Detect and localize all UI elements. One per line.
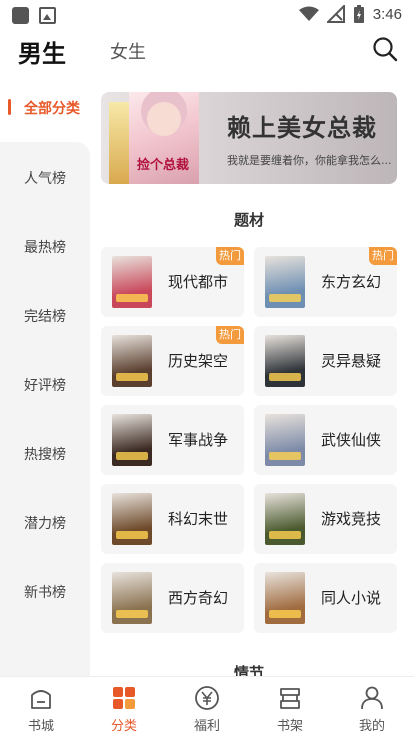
sidebar-item-top-rated[interactable]: 好评榜	[0, 375, 90, 395]
book-cover-thumbnail	[265, 572, 305, 624]
banner-book-title: 捡个总裁	[137, 158, 190, 173]
banner-subtitle: 我就是要缠着你，你能拿我怎么...	[227, 154, 392, 167]
home-icon	[31, 690, 51, 709]
category-label: 历史架空	[168, 352, 229, 370]
book-cover-thumbnail	[112, 572, 152, 624]
category-card[interactable]: 武侠仙侠	[254, 405, 397, 475]
category-card[interactable]: 西方奇幻	[101, 563, 244, 633]
nav-label: 福利	[193, 719, 220, 734]
category-card[interactable]: 同人小说	[254, 563, 397, 633]
category-label: 科幻末世	[168, 510, 229, 528]
tab-female[interactable]: 女生	[110, 38, 146, 64]
category-icon	[113, 687, 135, 709]
category-label: 现代都市	[168, 273, 229, 291]
sidebar-item-hottest[interactable]: 最热榜	[0, 237, 90, 257]
category-card[interactable]: 科幻末世	[101, 484, 244, 554]
category-card[interactable]: 历史架空 热门	[101, 326, 244, 396]
sidebar-item-popular[interactable]: 人气榜	[0, 168, 90, 188]
banner-side-book-cover	[109, 102, 131, 184]
battery-charging-icon	[353, 5, 364, 23]
category-card[interactable]: 东方玄幻 热门	[254, 247, 397, 317]
category-label: 东方玄幻	[321, 273, 382, 291]
book-cover-thumbnail	[112, 493, 152, 545]
nav-label: 书城	[27, 719, 54, 734]
nav-bookstore[interactable]: 书城	[11, 677, 71, 736]
book-cover-thumbnail	[265, 414, 305, 466]
category-card[interactable]: 游戏竞技	[254, 484, 397, 554]
bottom-nav: 书城 分类 福利 书架 我的	[0, 676, 414, 736]
status-time: 3:46	[372, 5, 402, 23]
cover-illustration	[147, 102, 181, 136]
profile-icon	[361, 686, 383, 710]
category-card[interactable]: 军事战争	[101, 405, 244, 475]
search-icon[interactable]	[372, 36, 398, 62]
active-indicator	[8, 99, 11, 115]
sidebar-item-potential[interactable]: 潜力榜	[0, 513, 90, 533]
nav-category[interactable]: 分类	[94, 677, 154, 736]
no-signal-icon	[326, 5, 345, 23]
category-label: 武侠仙侠	[321, 431, 382, 449]
category-card[interactable]: 现代都市 热门	[101, 247, 244, 317]
bookshelf-icon	[280, 688, 300, 709]
promo-banner[interactable]: 捡个总裁 赖上美女总裁 我就是要缠着你，你能拿我怎么...	[101, 92, 397, 184]
hot-badge: 热门	[216, 326, 244, 344]
nav-rewards[interactable]: 福利	[177, 677, 237, 736]
sidebar-item-all[interactable]: 全部分类	[0, 82, 90, 142]
header: 男生 女生	[0, 30, 414, 74]
category-label: 军事战争	[168, 431, 229, 449]
nav-label: 分类	[110, 719, 137, 734]
category-label: 西方奇幻	[168, 589, 229, 607]
nav-label: 书架	[276, 719, 303, 734]
book-cover-thumbnail	[112, 414, 152, 466]
sidebar-item-new-books[interactable]: 新书榜	[0, 582, 90, 602]
tab-male[interactable]: 男生	[18, 34, 66, 69]
sidebar-item-trending-search[interactable]: 热搜榜	[0, 444, 90, 464]
banner-title: 赖上美女总裁	[227, 113, 377, 142]
image-notification-icon	[39, 6, 56, 24]
book-cover-thumbnail	[265, 493, 305, 545]
category-sidebar: 全部分类 人气榜 最热榜 完结榜 好评榜 热搜榜 潜力榜 新书榜	[0, 82, 90, 676]
banner-book-cover: 捡个总裁	[129, 92, 199, 184]
wifi-icon	[298, 6, 319, 21]
book-cover-thumbnail	[112, 256, 152, 308]
category-card[interactable]: 灵异悬疑	[254, 326, 397, 396]
book-cover-thumbnail	[265, 256, 305, 308]
nav-bookshelf[interactable]: 书架	[260, 677, 320, 736]
yen-coin-icon	[195, 686, 219, 710]
category-label: 灵异悬疑	[321, 352, 382, 370]
sidebar-list: 人气榜 最热榜 完结榜 好评榜 热搜榜 潜力榜 新书榜	[0, 142, 90, 676]
nav-profile[interactable]: 我的	[342, 677, 402, 736]
sidebar-item-completed[interactable]: 完结榜	[0, 306, 90, 326]
nav-label: 我的	[358, 719, 385, 734]
section-heading-topic: 题材	[233, 211, 264, 229]
hot-badge: 热门	[216, 247, 244, 265]
category-label: 游戏竞技	[321, 510, 382, 528]
book-cover-thumbnail	[112, 335, 152, 387]
notification-app-icon	[12, 6, 29, 24]
category-label: 同人小说	[321, 589, 382, 607]
hot-badge: 热门	[369, 247, 397, 265]
book-cover-thumbnail	[265, 335, 305, 387]
sidebar-item-label: 全部分类	[24, 101, 80, 117]
status-bar: 3:46	[0, 0, 414, 30]
